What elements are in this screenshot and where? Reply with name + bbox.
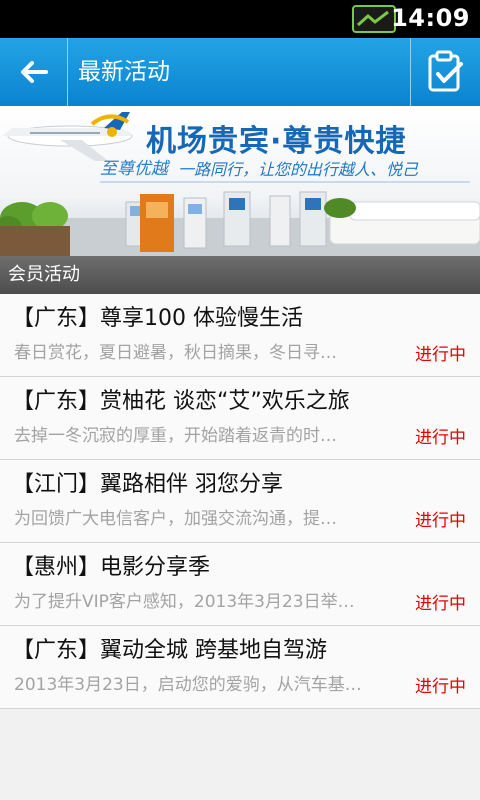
status-badge: 进行中	[415, 428, 466, 448]
status-bar: 14:09	[0, 0, 480, 38]
banner-headline: 机场贵宾·尊贵快捷	[146, 124, 407, 159]
item-desc: 去掉一冬沉寂的厚重，开始踏着返青的时…	[14, 426, 337, 446]
page-title: 最新活动	[78, 59, 170, 85]
activity-list: 【广东】尊享100 体验慢生活 春日赏花，夏日避暑，秋日摘果，冬日寻… 进行中 …	[0, 294, 480, 709]
status-badge: 进行中	[415, 677, 466, 697]
list-item[interactable]: 【惠州】电影分享季 为了提升VIP客户感知，2013年3月23日举… 进行中	[0, 543, 480, 626]
banner-tagline-left: 至尊优越	[100, 159, 168, 179]
list-item[interactable]: 【广东】赏柚花 谈恋“艾”欢乐之旅 去掉一冬沉寂的厚重，开始踏着返青的时… 进行…	[0, 377, 480, 460]
item-desc: 春日赏花，夏日避暑，秋日摘果，冬日寻…	[14, 343, 337, 363]
status-badge: 进行中	[415, 511, 466, 531]
section-header: 会员活动	[0, 256, 480, 294]
item-title: 【广东】翼动全城 跨基地自驾游	[12, 638, 327, 663]
checklist-button[interactable]	[411, 38, 480, 106]
list-item[interactable]: 【广东】尊享100 体验慢生活 春日赏花，夏日避暑，秋日摘果，冬日寻… 进行中	[0, 294, 480, 377]
header-divider	[67, 38, 68, 106]
promo-banner[interactable]: 机场贵宾·尊贵快捷 至尊优越 一路同行，让您的出行越人、悦己	[0, 106, 480, 256]
item-title: 【江门】翼路相伴 羽您分享	[12, 472, 283, 497]
status-time: 14:09	[391, 4, 470, 32]
item-title: 【广东】尊享100 体验慢生活	[12, 306, 303, 331]
status-badge: 进行中	[415, 594, 466, 614]
arrow-left-icon	[20, 61, 48, 83]
item-desc: 为了提升VIP客户感知，2013年3月23日举…	[14, 592, 355, 612]
clipboard-check-icon	[428, 50, 463, 92]
list-item[interactable]: 【广东】翼动全城 跨基地自驾游 2013年3月23日，启动您的爱驹，从汽车基… …	[0, 626, 480, 709]
app-header: 最新活动	[0, 38, 480, 106]
section-title: 会员活动	[8, 264, 80, 285]
banner-tagline-right: 一路同行，让您的出行越人、悦己	[178, 160, 419, 179]
signal-icon	[352, 5, 396, 33]
item-desc: 为回馈广大电信客户，加强交流沟通，提…	[14, 509, 337, 529]
item-title: 【广东】赏柚花 谈恋“艾”欢乐之旅	[12, 389, 350, 414]
status-badge: 进行中	[415, 345, 466, 365]
item-desc: 2013年3月23日，启动您的爱驹，从汽车基…	[14, 675, 362, 695]
list-item[interactable]: 【江门】翼路相伴 羽您分享 为回馈广大电信客户，加强交流沟通，提… 进行中	[0, 460, 480, 543]
back-button[interactable]	[0, 38, 67, 106]
item-title: 【惠州】电影分享季	[12, 555, 211, 580]
